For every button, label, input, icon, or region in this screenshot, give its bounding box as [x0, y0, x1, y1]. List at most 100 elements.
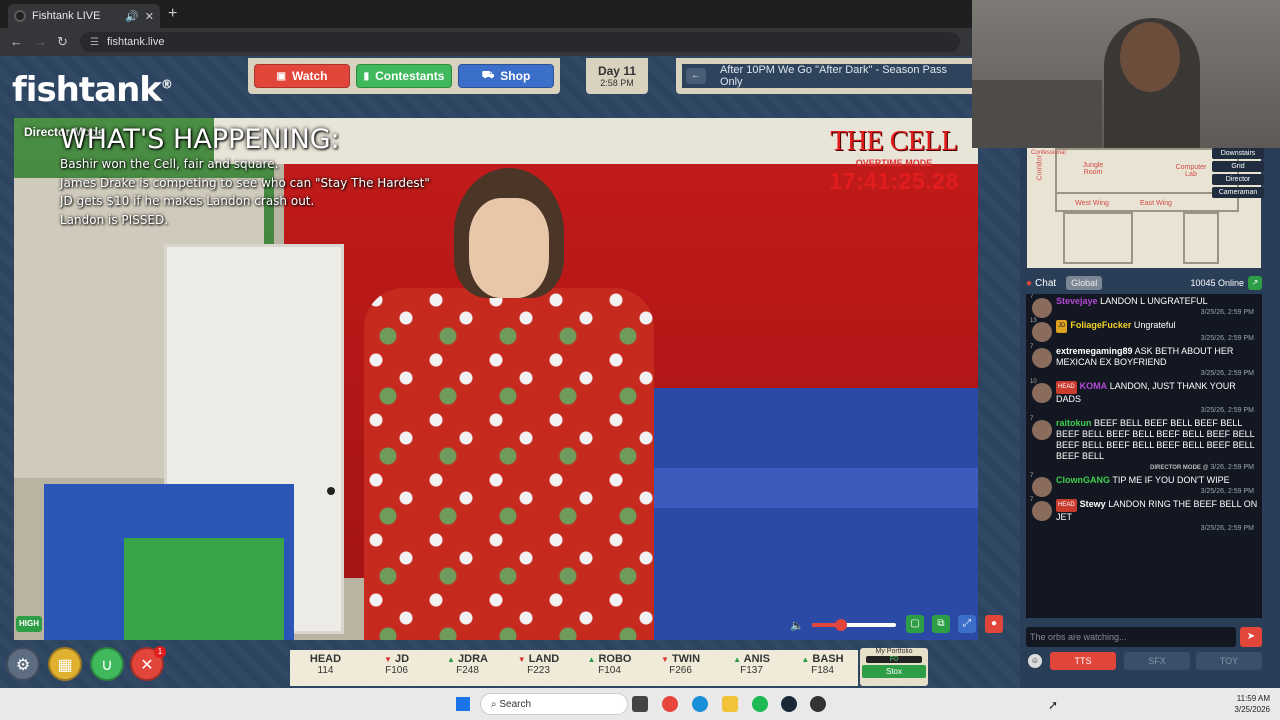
spotify-icon[interactable] — [752, 696, 768, 712]
shop-button[interactable]: ⛟ Shop — [458, 64, 554, 88]
emoji-icon[interactable]: ☺ — [1028, 654, 1042, 668]
webcam-background — [972, 80, 1102, 148]
global-channel-button[interactable]: Global — [1066, 276, 1103, 290]
stock-arrow-icon: ▼ — [517, 655, 526, 664]
chat-input[interactable]: The orbs are watching... — [1026, 627, 1236, 647]
chat-username[interactable]: FoliageFucker — [1070, 320, 1131, 330]
trend-icon[interactable]: ↗ — [1248, 276, 1262, 290]
stock-item[interactable]: ▲ JDRA F248 — [432, 650, 503, 686]
tts-button[interactable]: TTS — [1050, 652, 1116, 670]
avatar[interactable] — [1032, 501, 1052, 521]
new-tab-icon[interactable]: + — [168, 5, 177, 23]
ticker-back-icon[interactable]: ← — [686, 68, 706, 84]
stock-item[interactable]: HEAD 114 — [290, 650, 361, 686]
sfx-button[interactable]: SFX — [1124, 652, 1190, 670]
contestants-label: Contestants — [375, 69, 445, 83]
cart-icon: ⛟ — [481, 69, 495, 81]
settings-button[interactable]: ⚙ — [6, 647, 40, 681]
user-level: 7 — [1030, 344, 1034, 350]
stock-ticker: HEAD 114 ▼ JD F106 ▲ JDRA F248 ▼ LAND F223 ▲… — [290, 650, 858, 686]
avatar[interactable] — [1032, 348, 1052, 368]
map-room-west-wing[interactable]: West Wing — [1067, 200, 1117, 207]
day-time: 2:58 PM — [600, 78, 634, 88]
chat-username[interactable]: ClownGANG — [1056, 475, 1110, 485]
portfolio-widget[interactable]: My Portfolio F0 Stox — [860, 648, 928, 686]
stox-button[interactable]: Stox — [862, 665, 926, 678]
windows-start-icon[interactable] — [456, 697, 470, 711]
fishtank-logo[interactable]: fishtank® — [12, 70, 173, 110]
volume-thumb[interactable] — [835, 619, 848, 631]
send-icon[interactable]: ➤ — [1240, 627, 1262, 647]
clip-icon[interactable]: ▢ — [906, 615, 924, 633]
chat-username[interactable]: extremegaming89 — [1056, 346, 1133, 356]
chat-timestamp: 3/25/26, 2:59 PM — [1200, 407, 1254, 414]
url-field[interactable]: ☰ fishtank.live — [80, 32, 960, 52]
downstairs-button[interactable]: Downstairs — [1212, 148, 1264, 159]
stock-item[interactable]: ▼ TWIN F266 — [645, 650, 716, 686]
map-room-corridor[interactable]: Corridor — [1037, 155, 1044, 180]
stock-item[interactable]: ▲ BASH F184 — [787, 650, 858, 686]
items-button[interactable]: ▦ — [48, 647, 82, 681]
back-icon[interactable]: ← — [10, 34, 23, 49]
stock-item[interactable]: ▼ LAND F223 — [503, 650, 574, 686]
tts-label: TTS — [1074, 656, 1092, 666]
stock-value: F104 — [598, 665, 621, 676]
app-icon[interactable] — [810, 696, 826, 712]
avatar[interactable] — [1032, 298, 1052, 318]
stock-item[interactable]: ▼ JD F106 — [361, 650, 432, 686]
chat-username[interactable]: Stewy — [1080, 499, 1106, 509]
toy-button[interactable]: TOY — [1196, 652, 1262, 670]
taskbar-search[interactable]: ⌕ Search — [480, 693, 628, 715]
cast-icon[interactable]: ⧉ — [932, 615, 950, 633]
edge-icon[interactable] — [692, 696, 708, 712]
grid-button[interactable]: Grid — [1212, 161, 1264, 172]
stock-value: F137 — [740, 665, 763, 676]
map-room-east-wing[interactable]: East Wing — [1131, 200, 1181, 207]
chat-message: 10 HEAD KOMA LANDON, JUST THANK YOUR DADS… — [1026, 379, 1262, 416]
stock-item[interactable]: ▲ ROBO F104 — [574, 650, 645, 686]
record-icon[interactable]: ● — [985, 615, 1003, 633]
map-room-computer-lab[interactable]: Computer Lab — [1173, 164, 1209, 178]
quality-badge[interactable]: HIGH — [16, 616, 42, 632]
person-icon: ▮ — [363, 70, 370, 82]
stock-arrow-icon: ▼ — [660, 655, 669, 664]
chat-username[interactable]: KOMA — [1080, 381, 1108, 391]
close-tab-icon[interactable]: ✕ — [145, 10, 154, 23]
chat-header: ● Chat Global 10045 Online ↗ — [1026, 274, 1262, 292]
volume-slider[interactable] — [811, 619, 896, 631]
stock-value: F106 — [385, 665, 408, 676]
registered-mark: ® — [160, 77, 173, 92]
chat-username[interactable]: Stevejaye — [1056, 296, 1098, 306]
forward-icon[interactable]: → — [34, 34, 47, 49]
chat-username[interactable]: raitokun — [1056, 418, 1092, 428]
speaker-icon[interactable]: 🔊 — [125, 10, 139, 23]
browser-tab[interactable]: Fishtank LIVE 🔊 ✕ — [8, 4, 160, 28]
chat-messages[interactable]: 7 Stevejaye LANDON L UNGRATEFUL 3/25/26,… — [1026, 294, 1262, 618]
cameraman-button[interactable]: Cameraman — [1212, 187, 1264, 198]
hotdog-button[interactable]: ∪ — [90, 647, 124, 681]
avatar[interactable] — [1032, 383, 1052, 403]
watch-button[interactable]: ▣ Watch — [254, 64, 350, 88]
stock-item[interactable]: ▲ ANIS F137 — [716, 650, 787, 686]
fullscreen-icon[interactable]: ⤢ — [958, 615, 976, 633]
map-room-jungle[interactable]: Jungle Room — [1075, 162, 1111, 176]
map-room-confessional[interactable]: Confessional — [1031, 150, 1066, 156]
browser-tab-bar: Fishtank LIVE 🔊 ✕ + — [0, 0, 972, 28]
system-clock[interactable]: 11:59 AM 3/25/2026 — [1234, 693, 1270, 715]
user-level: 7 — [1030, 497, 1034, 503]
avatar[interactable] — [1032, 477, 1052, 497]
contestants-button[interactable]: ▮ Contestants — [356, 64, 452, 88]
volume-icon[interactable]: 🔈 — [790, 619, 804, 632]
online-count: 10045 Online — [1190, 278, 1244, 288]
avatar[interactable] — [1032, 420, 1052, 440]
scene-shirt — [364, 288, 654, 640]
task-view-icon[interactable] — [632, 696, 648, 712]
steam-icon[interactable] — [781, 696, 797, 712]
reload-icon[interactable]: ↻ — [57, 34, 68, 50]
site-settings-icon[interactable]: ☰ — [90, 37, 99, 48]
file-explorer-icon[interactable] — [722, 696, 738, 712]
avatar[interactable] — [1032, 322, 1052, 342]
chrome-icon[interactable] — [662, 696, 678, 712]
director-button[interactable]: Director — [1212, 174, 1264, 185]
chat-text: Ungrateful — [1133, 320, 1176, 330]
